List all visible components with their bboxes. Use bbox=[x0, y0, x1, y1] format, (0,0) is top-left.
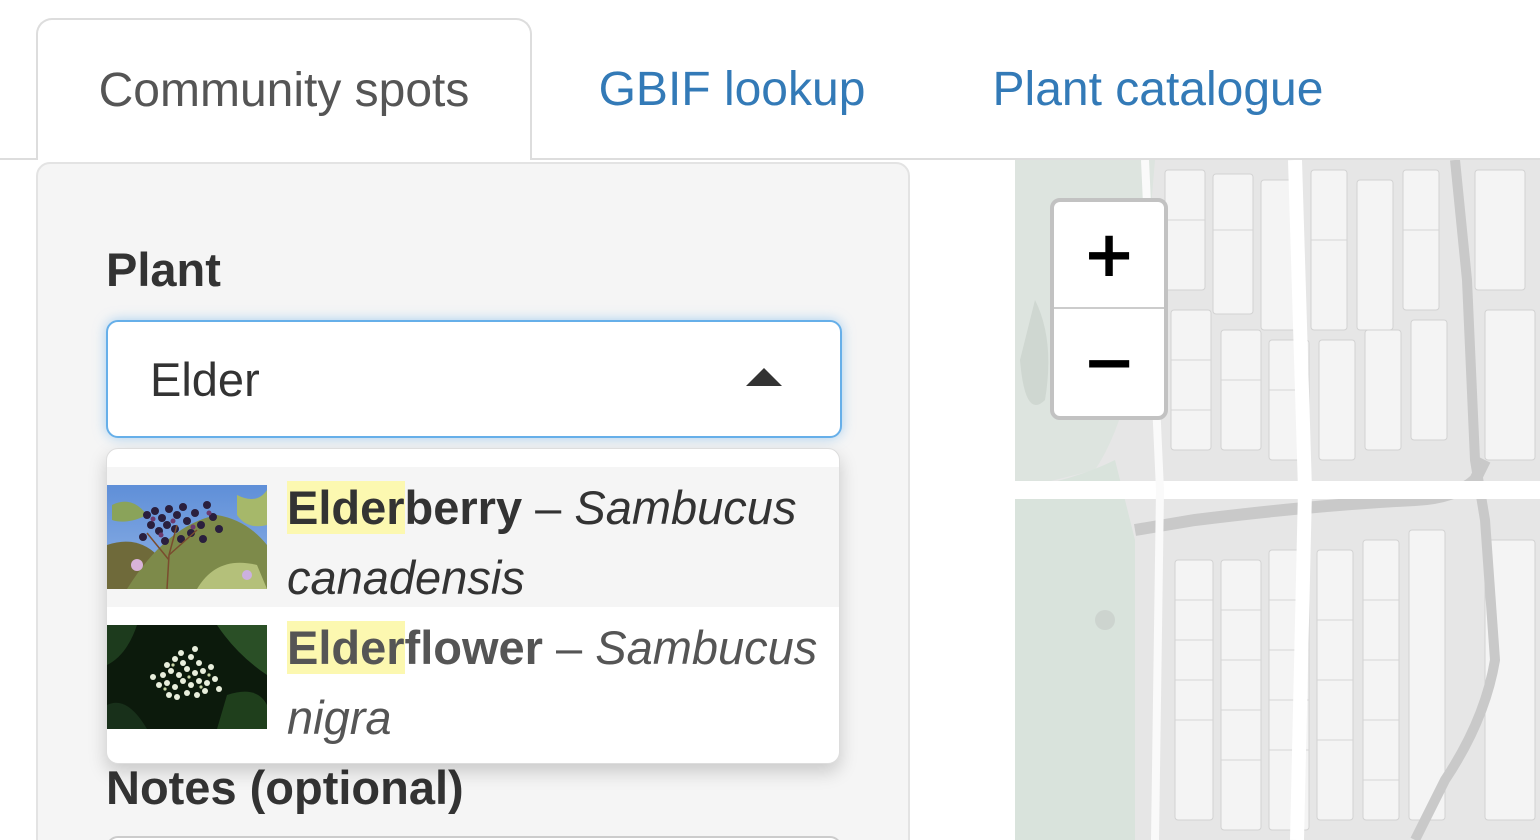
match-highlight: Elder bbox=[287, 621, 405, 674]
dropdown-option-elderberry[interactable]: Elderberry – Sambucus canadensis bbox=[107, 467, 839, 607]
tab-community-spots[interactable]: Community spots bbox=[36, 18, 532, 160]
caret-up-icon[interactable] bbox=[746, 368, 782, 386]
zoom-in-button[interactable]: + bbox=[1054, 202, 1164, 309]
plant-select-input[interactable]: Elder bbox=[106, 320, 842, 438]
option-separator: – bbox=[542, 621, 596, 674]
dropdown-option-elderflower[interactable]: Elderflower – Sambucus nigra bbox=[107, 607, 839, 747]
sidebar-panel: Plant Elder Notes (optional) Elderberry … bbox=[36, 162, 910, 840]
option-separator: – bbox=[522, 481, 575, 534]
elderflower-photo-icon bbox=[107, 625, 267, 729]
tab-bar: Community spots GBIF lookup Plant catalo… bbox=[0, 0, 1540, 160]
plant-select-value: Elder bbox=[150, 352, 260, 406]
tab-gbif-lookup[interactable]: GBIF lookup bbox=[560, 18, 904, 160]
tab-plant-catalogue[interactable]: Plant catalogue bbox=[956, 18, 1360, 160]
notes-label: Notes (optional) bbox=[106, 761, 464, 814]
option-common-name: Elderflower bbox=[287, 621, 543, 674]
option-text: Elderflower – Sambucus nigra bbox=[287, 613, 827, 753]
map-zoom-control: + − bbox=[1050, 198, 1168, 420]
elderberry-photo-icon bbox=[107, 485, 267, 589]
zoom-out-button[interactable]: − bbox=[1054, 309, 1164, 416]
match-highlight: Elder bbox=[287, 481, 405, 534]
plant-dropdown: Elderberry – Sambucus canadensis Elderfl… bbox=[106, 448, 840, 764]
plant-label: Plant bbox=[106, 243, 221, 296]
option-text: Elderberry – Sambucus canadensis bbox=[287, 473, 827, 613]
notes-input[interactable] bbox=[106, 836, 842, 840]
option-common-name: Elderberry bbox=[287, 481, 523, 534]
